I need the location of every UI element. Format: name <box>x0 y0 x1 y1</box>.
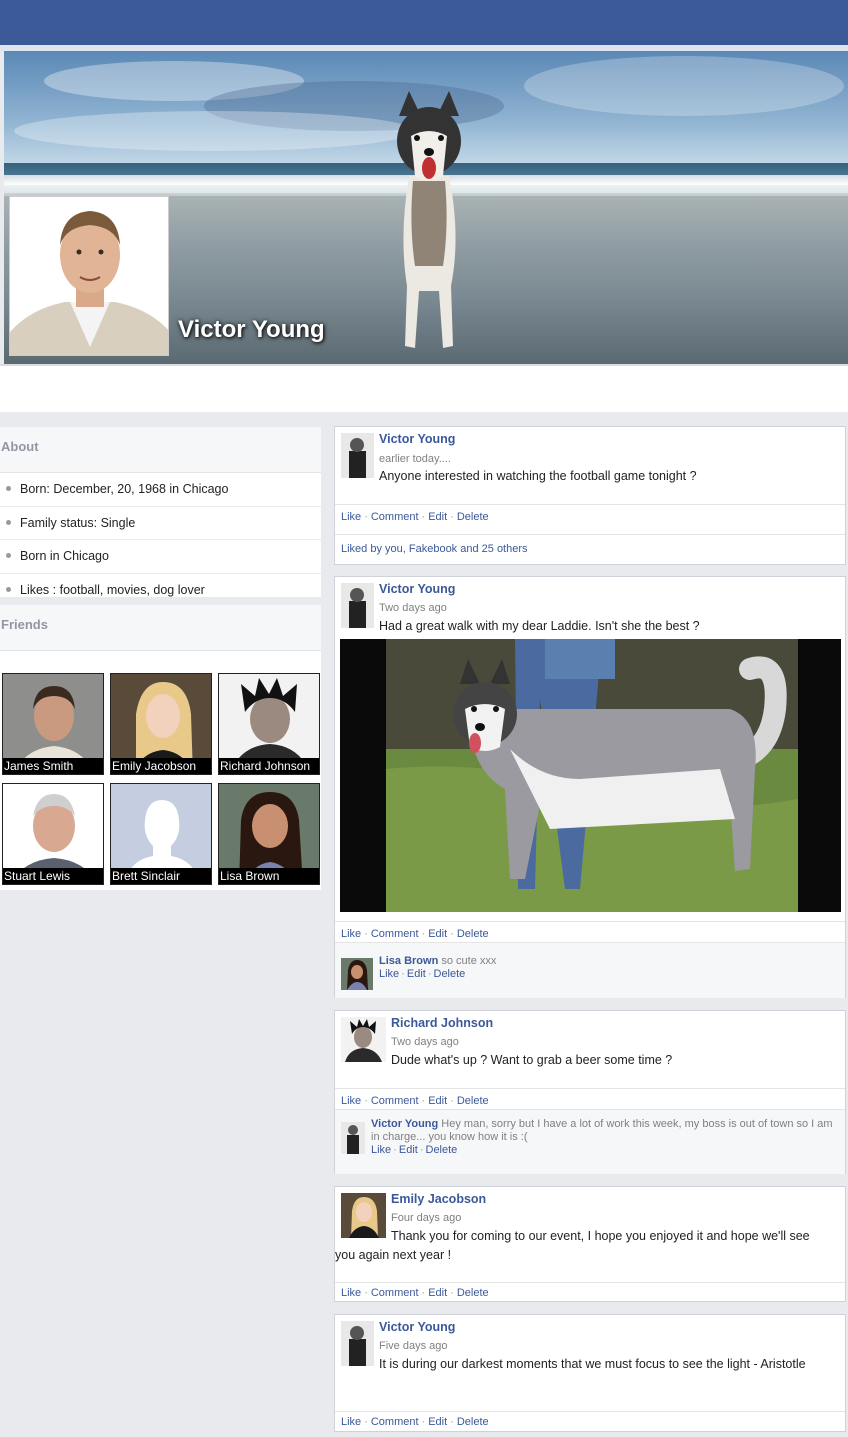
edit-link[interactable]: Edit <box>428 511 447 523</box>
like-link[interactable]: Like <box>341 1095 361 1107</box>
post-timestamp: Four days ago <box>391 1212 462 1224</box>
delete-link[interactable]: Delete <box>457 1095 489 1107</box>
post-actions: Like · Comment · Edit · Delete <box>335 1282 845 1305</box>
friend-name: Emily Jacobson <box>111 758 211 774</box>
post-timestamp: Two days ago <box>391 1036 459 1048</box>
post-event-thanks: Emily Jacobson Four days ago Thank you f… <box>334 1186 846 1302</box>
about-title: About <box>0 427 321 473</box>
commenter-avatar[interactable] <box>341 958 373 990</box>
delete-link[interactable]: Delete <box>457 1287 489 1299</box>
post-author[interactable]: Victor Young <box>379 432 455 446</box>
post-text: Dude what's up ? Want to grab a beer som… <box>391 1053 673 1067</box>
comment-actions: Like · Edit · Delete <box>379 968 466 980</box>
post-author[interactable]: Emily Jacobson <box>391 1192 486 1206</box>
post-text-line-2: you again next year ! <box>335 1248 452 1262</box>
author-avatar[interactable] <box>341 433 374 478</box>
friend-tile-brett-sinclair[interactable]: Brett Sinclair <box>110 783 212 885</box>
comment-link[interactable]: Comment <box>371 1095 419 1107</box>
about-item-birth: Born: December, 20, 1968 in Chicago <box>0 473 321 507</box>
about-item-likes: Likes : football, movies, dog lover <box>0 574 321 608</box>
like-link[interactable]: Like <box>379 968 399 980</box>
delete-link[interactable]: Delete <box>434 968 466 980</box>
edit-link[interactable]: Edit <box>399 1144 418 1156</box>
edit-link[interactable]: Edit <box>428 928 447 940</box>
about-item-hometown: Born in Chicago <box>0 540 321 574</box>
edit-link[interactable]: Edit <box>428 1416 447 1428</box>
comment: Victor Young Hey man, sorry but I have a… <box>335 1109 845 1174</box>
post-text: Had a great walk with my dear Laddie. Is… <box>379 619 700 633</box>
post-timestamp: earlier today.... <box>379 453 451 465</box>
top-navigation-bar <box>0 0 848 45</box>
post-text: It is during our darkest moments that we… <box>379 1357 806 1371</box>
post-text-line-1: Thank you for coming to our event, I hop… <box>391 1229 810 1243</box>
author-avatar[interactable] <box>341 1017 386 1062</box>
commenter-avatar[interactable] <box>341 1122 365 1154</box>
comment-actions: Like · Edit · Delete <box>371 1144 458 1156</box>
edit-link[interactable]: Edit <box>428 1095 447 1107</box>
like-link[interactable]: Like <box>341 928 361 940</box>
post-football: Victor Young earlier today.... Anyone in… <box>334 426 846 565</box>
husky-on-beach-image <box>397 91 461 348</box>
author-avatar[interactable] <box>341 1321 374 1366</box>
comment-author[interactable]: Lisa Brown <box>379 955 438 967</box>
like-link[interactable]: Like <box>341 1416 361 1428</box>
friend-tile-richard-johnson[interactable]: Richard Johnson <box>218 673 320 775</box>
comment-text: so cute xxx <box>441 955 497 967</box>
friend-name: Richard Johnson <box>219 758 319 774</box>
post-actions: Like · Comment · Edit · Delete <box>335 1411 845 1434</box>
profile-name[interactable]: Victor Young <box>178 316 325 344</box>
post-timestamp: Two days ago <box>379 602 447 614</box>
post-author[interactable]: Victor Young <box>379 582 455 596</box>
like-link[interactable]: Like <box>371 1144 391 1156</box>
comment-text: Hey man, sorry but I have a lot of work … <box>371 1118 833 1143</box>
profile-picture[interactable] <box>9 196 169 356</box>
post-beer-invite: Richard Johnson Two days ago Dude what's… <box>334 1010 846 1174</box>
friend-name: James Smith <box>3 758 103 774</box>
author-avatar[interactable] <box>341 583 374 628</box>
delete-link[interactable]: Delete <box>457 928 489 940</box>
delete-link[interactable]: Delete <box>426 1144 458 1156</box>
friend-tile-stuart-lewis[interactable]: Stuart Lewis <box>2 783 104 885</box>
like-link[interactable]: Like <box>341 1287 361 1299</box>
friend-tile-james-smith[interactable]: James Smith <box>2 673 104 775</box>
author-avatar[interactable] <box>341 1193 386 1238</box>
comment-link[interactable]: Comment <box>371 928 419 940</box>
about-section: About Born: December, 20, 1968 in Chicag… <box>0 427 321 597</box>
friend-tile-emily-jacobson[interactable]: Emily Jacobson <box>110 673 212 775</box>
comment-author[interactable]: Victor Young <box>371 1118 438 1130</box>
post-text: Anyone interested in watching the footba… <box>379 469 697 483</box>
post-timestamp: Five days ago <box>379 1340 448 1352</box>
like-link[interactable]: Like <box>341 511 361 523</box>
post-photo-husky[interactable] <box>340 639 841 912</box>
comment-link[interactable]: Comment <box>371 1416 419 1428</box>
friend-name: Brett Sinclair <box>111 868 211 884</box>
edit-link[interactable]: Edit <box>407 968 426 980</box>
friend-name: Lisa Brown <box>219 868 319 884</box>
friends-title: Friends <box>0 605 321 651</box>
post-author[interactable]: Richard Johnson <box>391 1016 493 1030</box>
comment-link[interactable]: Comment <box>371 1287 419 1299</box>
about-item-family-status: Family status: Single <box>0 507 321 540</box>
delete-link[interactable]: Delete <box>457 511 489 523</box>
profile-header-bar <box>0 364 848 412</box>
comment-link[interactable]: Comment <box>371 511 419 523</box>
friend-name: Stuart Lewis <box>3 868 103 884</box>
friend-tile-lisa-brown[interactable]: Lisa Brown <box>218 783 320 885</box>
delete-link[interactable]: Delete <box>457 1416 489 1428</box>
profile-photo-man <box>10 197 168 355</box>
post-aristotle-quote: Victor Young Five days ago It is during … <box>334 1314 846 1432</box>
post-author[interactable]: Victor Young <box>379 1320 455 1334</box>
post-actions: Like · Comment · Edit · Delete <box>335 504 845 529</box>
post-laddie-walk: Victor Young Two days ago Had a great wa… <box>334 576 846 998</box>
liked-by-summary[interactable]: Liked by you, Fakebook and 25 others <box>335 534 845 563</box>
comment: Lisa Brown so cute xxx Like · Edit · Delete <box>335 942 845 998</box>
edit-link[interactable]: Edit <box>428 1287 447 1299</box>
